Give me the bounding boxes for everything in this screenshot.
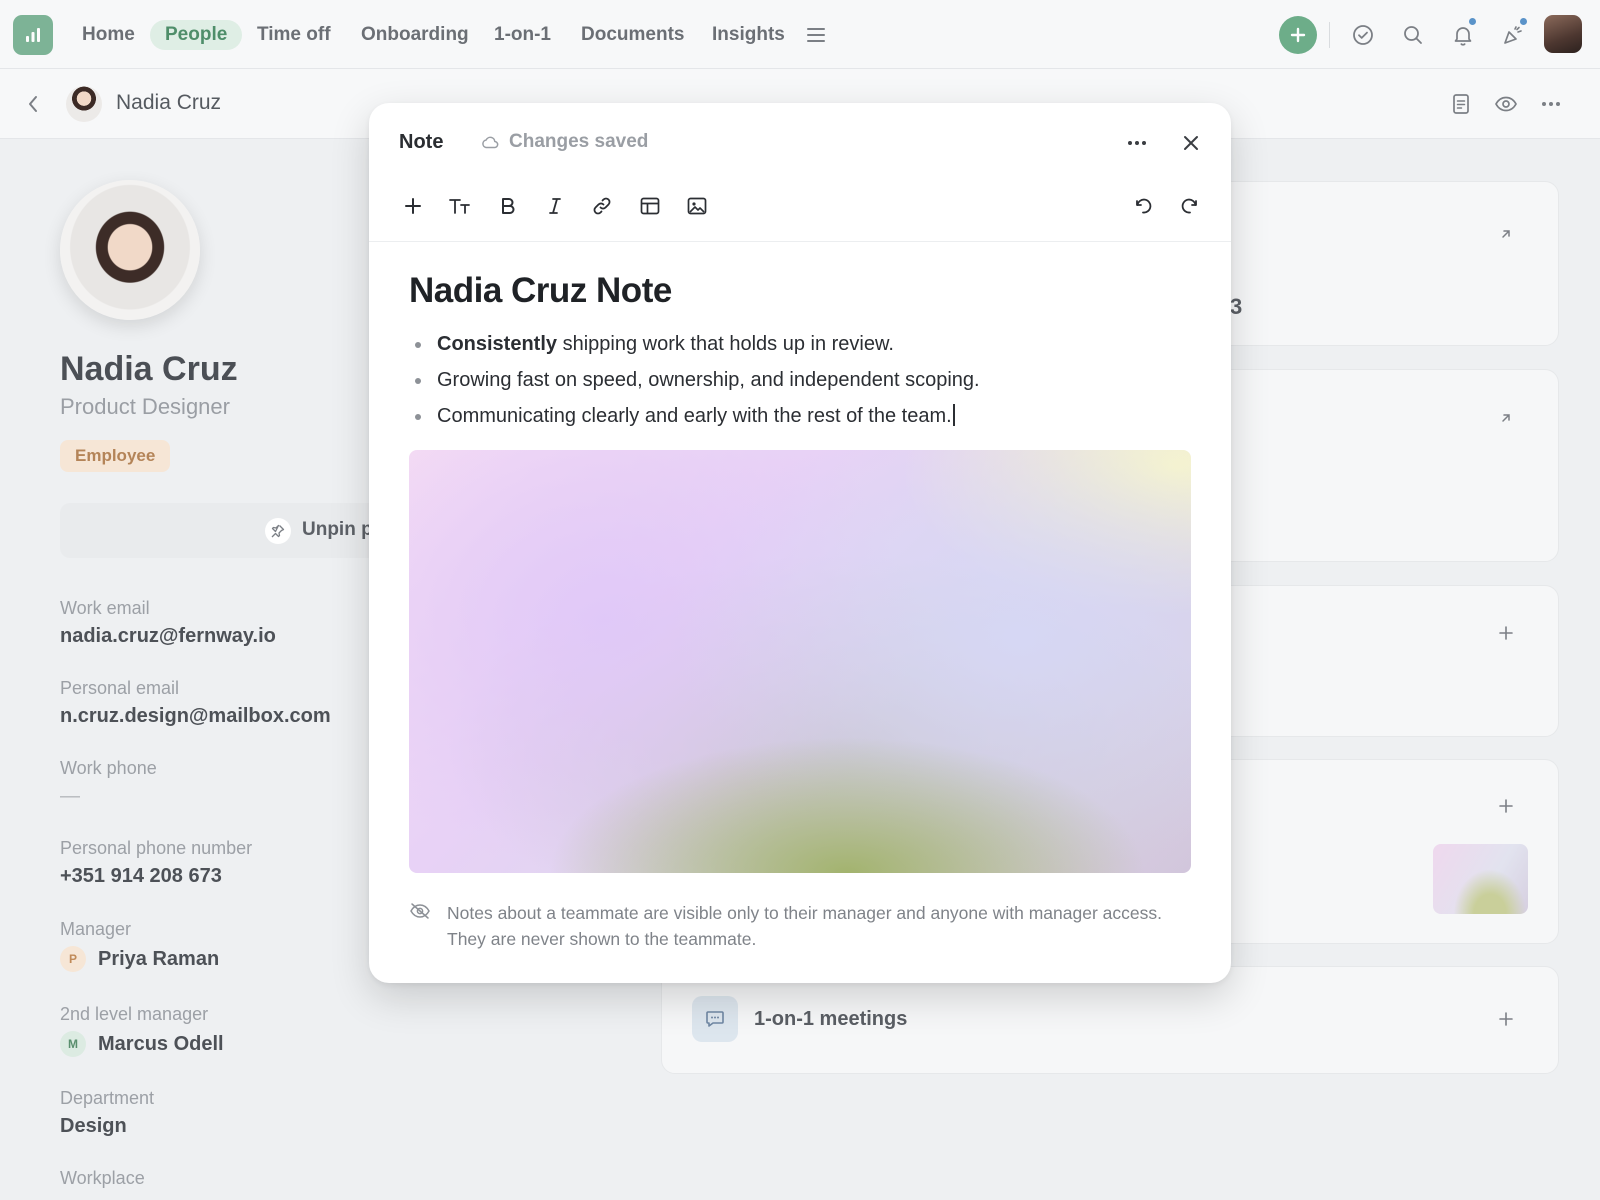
bullet-text: shipping work that holds up in review. (557, 333, 894, 355)
table-icon[interactable] (633, 189, 667, 223)
field-label-work-email: Work email (60, 598, 150, 618)
list-item[interactable]: Growing fast on speed, ownership, and in… (409, 365, 1199, 401)
text-size-icon[interactable] (443, 189, 477, 223)
bullet-bold-text: Consistently (437, 333, 558, 355)
second-manager-name: Marcus Odell (98, 1032, 224, 1055)
profile-photo (60, 180, 200, 320)
expand-arrow-icon[interactable] (1494, 222, 1518, 246)
field-label-personal-phone: Personal phone number (60, 838, 253, 858)
unpin-button[interactable]: Unpin p (60, 503, 380, 558)
field-value-personal-phone[interactable]: +351 914 208 673 (60, 865, 222, 888)
field-label-manager: Manager (60, 919, 132, 939)
field-value-work-email[interactable]: nadia.cruz@fernway.io (60, 625, 276, 648)
profile-role: Product Designer (60, 394, 230, 419)
note-thumbnail[interactable] (1433, 844, 1528, 914)
meetings-label: 1-on-1 meetings (754, 1008, 908, 1030)
save-status-text: Changes saved (509, 131, 649, 152)
menu-icon[interactable] (801, 20, 831, 50)
note-title[interactable]: Nadia Cruz Note (409, 271, 672, 311)
header-person-name: Nadia Cruz (116, 91, 222, 114)
field-label-workplace: Workplace (60, 1168, 145, 1188)
text-cursor (952, 404, 955, 426)
bold-icon[interactable] (491, 189, 525, 223)
nav-documents[interactable]: Documents (566, 20, 699, 50)
manager-name: Priya Raman (98, 947, 220, 970)
bullet-text: Communicating clearly and early with the… (437, 405, 952, 427)
back-icon[interactable] (18, 89, 48, 119)
nav-1-on-1[interactable]: 1-on-1 (479, 20, 566, 50)
second-manager-link[interactable]: M Marcus Odell (60, 1031, 224, 1057)
field-value-personal-email[interactable]: n.cruz.design@mailbox.com (60, 705, 331, 728)
modal-more-icon[interactable] (1121, 127, 1153, 159)
note-cover-image[interactable] (409, 450, 1191, 873)
bullet-text: Growing fast on speed, ownership, and in… (437, 369, 980, 391)
plus-icon (1290, 27, 1306, 43)
field-label-department: Department (60, 1088, 155, 1108)
privacy-hint: Notes about a teammate are visible only … (409, 900, 1199, 952)
close-icon[interactable] (1175, 127, 1207, 159)
privacy-hint-text: Notes about a teammate are visible only … (447, 900, 1162, 952)
nav-time-off[interactable]: Time off (242, 20, 346, 50)
notification-dot (1469, 18, 1476, 25)
note-modal: Note Changes saved Nadia Cruz Note Consi… (369, 103, 1231, 983)
user-avatar[interactable] (1544, 15, 1582, 53)
save-status: Changes saved (481, 131, 648, 153)
create-button[interactable] (1279, 16, 1317, 54)
add-block-icon[interactable] (396, 189, 430, 223)
modal-title: Note (399, 131, 444, 153)
link-icon[interactable] (585, 189, 619, 223)
manager-link[interactable]: P Priya Raman (60, 946, 219, 972)
field-label-second-manager: 2nd level manager (60, 1004, 209, 1024)
list-item[interactable]: Consistently shipping work that holds up… (409, 329, 1199, 365)
toolbar-divider (369, 241, 1231, 242)
privacy-hint-line-2: They are never shown to the teammate. (447, 929, 757, 949)
image-icon[interactable] (680, 189, 714, 223)
nav-onboarding[interactable]: Onboarding (346, 20, 484, 50)
field-value-department: Design (60, 1115, 127, 1137)
eye-icon[interactable] (1491, 89, 1521, 119)
chat-icon (692, 996, 738, 1042)
nav-home[interactable]: Home (67, 20, 150, 50)
celebration-dot (1520, 18, 1527, 25)
field-value-work-phone: — (60, 785, 80, 807)
document-icon[interactable] (1446, 89, 1476, 119)
undo-icon[interactable] (1126, 189, 1160, 223)
status-badge: Employee (60, 440, 171, 472)
nav-people[interactable]: People (150, 20, 243, 50)
app-logo[interactable] (13, 15, 53, 55)
italic-icon[interactable] (538, 189, 572, 223)
privacy-hint-line-1: Notes about a teammate are visible only … (447, 903, 1162, 923)
pin-icon (265, 518, 291, 544)
avatar (66, 86, 102, 122)
add-icon[interactable] (1494, 794, 1518, 818)
expand-arrow-icon[interactable] (1494, 406, 1518, 430)
nav-divider (1329, 22, 1330, 48)
top-nav: Home People Time off Onboarding 1-on-1 D… (0, 0, 1600, 69)
nav-insights[interactable]: Insights (697, 20, 800, 50)
field-label-work-phone: Work phone (60, 758, 157, 778)
check-circle-icon[interactable] (1348, 20, 1378, 50)
field-label-personal-email: Personal email (60, 678, 180, 698)
manager-initial: P (60, 946, 86, 972)
cloud-icon (482, 136, 499, 149)
more-icon[interactable] (1536, 89, 1566, 119)
eye-off-icon (409, 902, 431, 952)
profile-name: Nadia Cruz (60, 350, 238, 388)
note-bullet-list[interactable]: Consistently shipping work that holds up… (409, 329, 1199, 437)
second-manager-initial: M (60, 1031, 86, 1057)
add-icon[interactable] (1494, 621, 1518, 645)
list-item[interactable]: Communicating clearly and early with the… (409, 401, 1199, 437)
add-meeting-icon[interactable] (1494, 1007, 1518, 1031)
search-icon[interactable] (1398, 20, 1428, 50)
unpin-label: Unpin p (302, 519, 373, 540)
card-value-fragment: 3 (1230, 294, 1243, 319)
redo-icon[interactable] (1173, 189, 1207, 223)
